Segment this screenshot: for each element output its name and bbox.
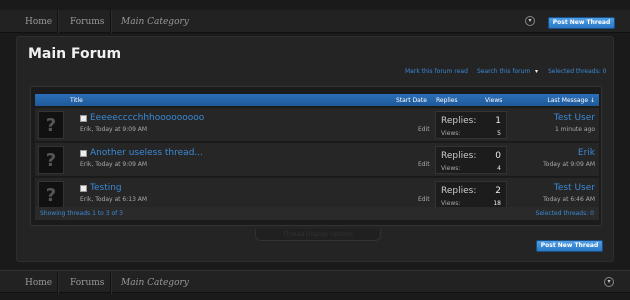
selected-threads-footer[interactable]: Selected threads: 0 (536, 210, 594, 217)
nav-home[interactable]: Home (25, 17, 52, 27)
thread-title-link[interactable]: Testing (90, 183, 122, 193)
thread-select-checkbox[interactable] (80, 115, 87, 122)
chevron-down-icon[interactable]: ▾ (525, 16, 535, 26)
thread-stats: Replies: 2 Views: 18 (435, 181, 507, 209)
thread-select-checkbox[interactable] (80, 185, 87, 192)
replies-label: Replies: (441, 116, 477, 126)
showing-threads-text[interactable]: Showing threads 1 to 3 of 3 (40, 210, 123, 217)
nav-divider (57, 271, 58, 294)
last-message-user[interactable]: Erik (578, 148, 595, 158)
replies-label: Replies: (441, 186, 477, 196)
edit-link[interactable]: Edit (418, 161, 430, 168)
thread-title-link[interactable]: Eeeeecccchhhooooooooo (90, 113, 204, 123)
selected-threads-link[interactable]: Selected threads: 0 (548, 68, 606, 75)
col-replies[interactable]: Replies (436, 97, 458, 104)
thread-meta: Erik, Today at 6:13 AM (80, 196, 148, 203)
page-title: Main Forum (28, 46, 122, 62)
last-message-time: Today at 9:09 AM (543, 161, 595, 168)
replies-label: Replies: (441, 151, 477, 161)
views-label: Views: (441, 130, 461, 137)
last-message-time: Today at 6:46 AM (543, 196, 595, 203)
thread-stats: Replies: 1 Views: 5 (435, 111, 507, 139)
last-message-user[interactable]: Test User (554, 113, 595, 123)
thread-meta: Erik, Today at 9:09 AM (80, 126, 148, 133)
last-message-user[interactable]: Test User (554, 183, 595, 193)
top-nav-bar: Home Forums Main Category ▾ Post New Thr… (0, 10, 630, 33)
views-count: 18 (493, 200, 501, 207)
chevron-down-icon[interactable]: ▾ (535, 68, 538, 75)
col-start-date[interactable]: Start Date (396, 97, 427, 104)
post-new-thread-button[interactable]: Post New Thread (548, 17, 615, 29)
thread-display-options-tab[interactable]: Thread Display Options (255, 229, 381, 241)
replies-count: 2 (495, 186, 501, 196)
col-title[interactable]: Title (70, 97, 83, 104)
thread-stats: Replies: 0 Views: 4 (435, 146, 507, 174)
nav-current-category[interactable]: Main Category (121, 278, 189, 288)
last-message-time: 1 minute ago (555, 126, 595, 133)
thread-select-checkbox[interactable] (80, 150, 87, 157)
col-views[interactable]: Views (485, 97, 502, 104)
nav-current-category[interactable]: Main Category (121, 17, 189, 27)
thread-meta: Erik, Today at 9:09 AM (80, 161, 148, 168)
nav-divider (57, 10, 58, 33)
thread-row[interactable]: ? Another useless thread... Erik, Today … (35, 143, 599, 177)
thread-title-link[interactable]: Another useless thread... (90, 148, 203, 158)
chevron-down-icon[interactable]: ▾ (604, 277, 614, 287)
thread-list-header: Title Start Date Replies Views Last Mess… (35, 94, 599, 106)
nav-divider (110, 271, 111, 294)
views-label: Views: (441, 165, 461, 172)
thread-row[interactable]: ? Eeeeecccchhhooooooooo Erik, Today at 9… (35, 108, 599, 142)
nav-forums[interactable]: Forums (70, 278, 104, 288)
avatar-placeholder-icon[interactable]: ? (38, 181, 64, 209)
nav-divider (110, 10, 111, 33)
avatar-placeholder-icon[interactable]: ? (38, 111, 64, 139)
mark-forum-read-link[interactable]: Mark this forum read (405, 68, 468, 75)
bottom-nav-bar: Home Forums Main Category ▾ (0, 270, 630, 294)
edit-link[interactable]: Edit (418, 196, 430, 203)
replies-count: 1 (495, 116, 501, 126)
col-last-message[interactable]: Last Message ↓ (547, 97, 595, 104)
views-count: 5 (497, 130, 501, 137)
nav-forums[interactable]: Forums (70, 17, 104, 27)
thread-list-footer: Showing threads 1 to 3 of 3 Selected thr… (35, 207, 599, 220)
avatar-placeholder-icon[interactable]: ? (38, 146, 64, 174)
search-forum-link[interactable]: Search this forum (477, 68, 530, 75)
views-count: 4 (497, 165, 501, 172)
views-label: Views: (441, 200, 461, 207)
nav-home[interactable]: Home (25, 278, 52, 288)
replies-count: 0 (495, 151, 501, 161)
edit-link[interactable]: Edit (418, 126, 430, 133)
post-new-thread-button[interactable]: Post New Thread (536, 240, 603, 252)
